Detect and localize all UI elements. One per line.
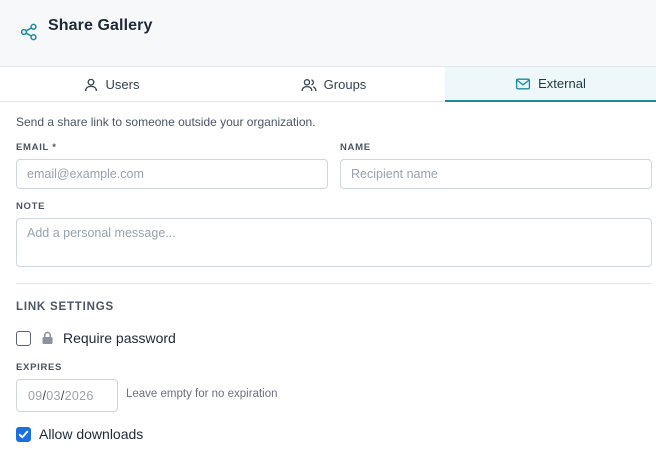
expires-hint: Leave empty for no expiration	[126, 388, 278, 400]
dialog-title: Share Gallery	[48, 17, 153, 34]
note-label: NOTE	[16, 201, 46, 212]
expires-date-field[interactable]: 09/03/2026	[16, 379, 118, 412]
tab-users-label: Users	[105, 77, 140, 92]
tab-groups[interactable]: Groups	[222, 67, 445, 102]
name-label: NAME	[340, 142, 371, 153]
expires-year: 2026	[64, 388, 94, 403]
tab-groups-label: Groups	[323, 77, 367, 92]
allow-downloads-label: Allow downloads	[39, 426, 144, 442]
tab-external-label: External	[538, 76, 586, 91]
expires-month: 09	[28, 388, 43, 403]
tab-external[interactable]: External	[445, 67, 656, 102]
allow-downloads-checkbox[interactable]	[16, 427, 31, 442]
expires-day: 03	[46, 388, 61, 403]
share-tabs: Users Groups External	[0, 67, 656, 102]
dialog-header: Share Gallery	[0, 0, 656, 67]
email-field[interactable]: email@example.com	[16, 159, 328, 189]
user-icon	[84, 78, 97, 91]
mail-icon	[516, 78, 531, 89]
intro-text: Send a share link to someone outside you…	[16, 115, 316, 129]
require-password-checkbox[interactable]	[16, 331, 31, 346]
link-settings-heading: LINK SETTINGS	[16, 301, 114, 313]
name-field[interactable]: Recipient name	[340, 159, 652, 189]
lock-icon	[42, 331, 53, 344]
expires-label: EXPIRES	[16, 362, 63, 373]
section-divider	[16, 283, 652, 284]
email-label: EMAIL *	[16, 142, 57, 153]
tab-users[interactable]: Users	[0, 67, 222, 102]
users-icon	[301, 78, 317, 91]
note-field[interactable]: Add a personal message...	[16, 218, 652, 267]
require-password-label: Require password	[63, 330, 176, 346]
checkmark-icon	[18, 430, 29, 439]
share-icon	[20, 23, 37, 41]
